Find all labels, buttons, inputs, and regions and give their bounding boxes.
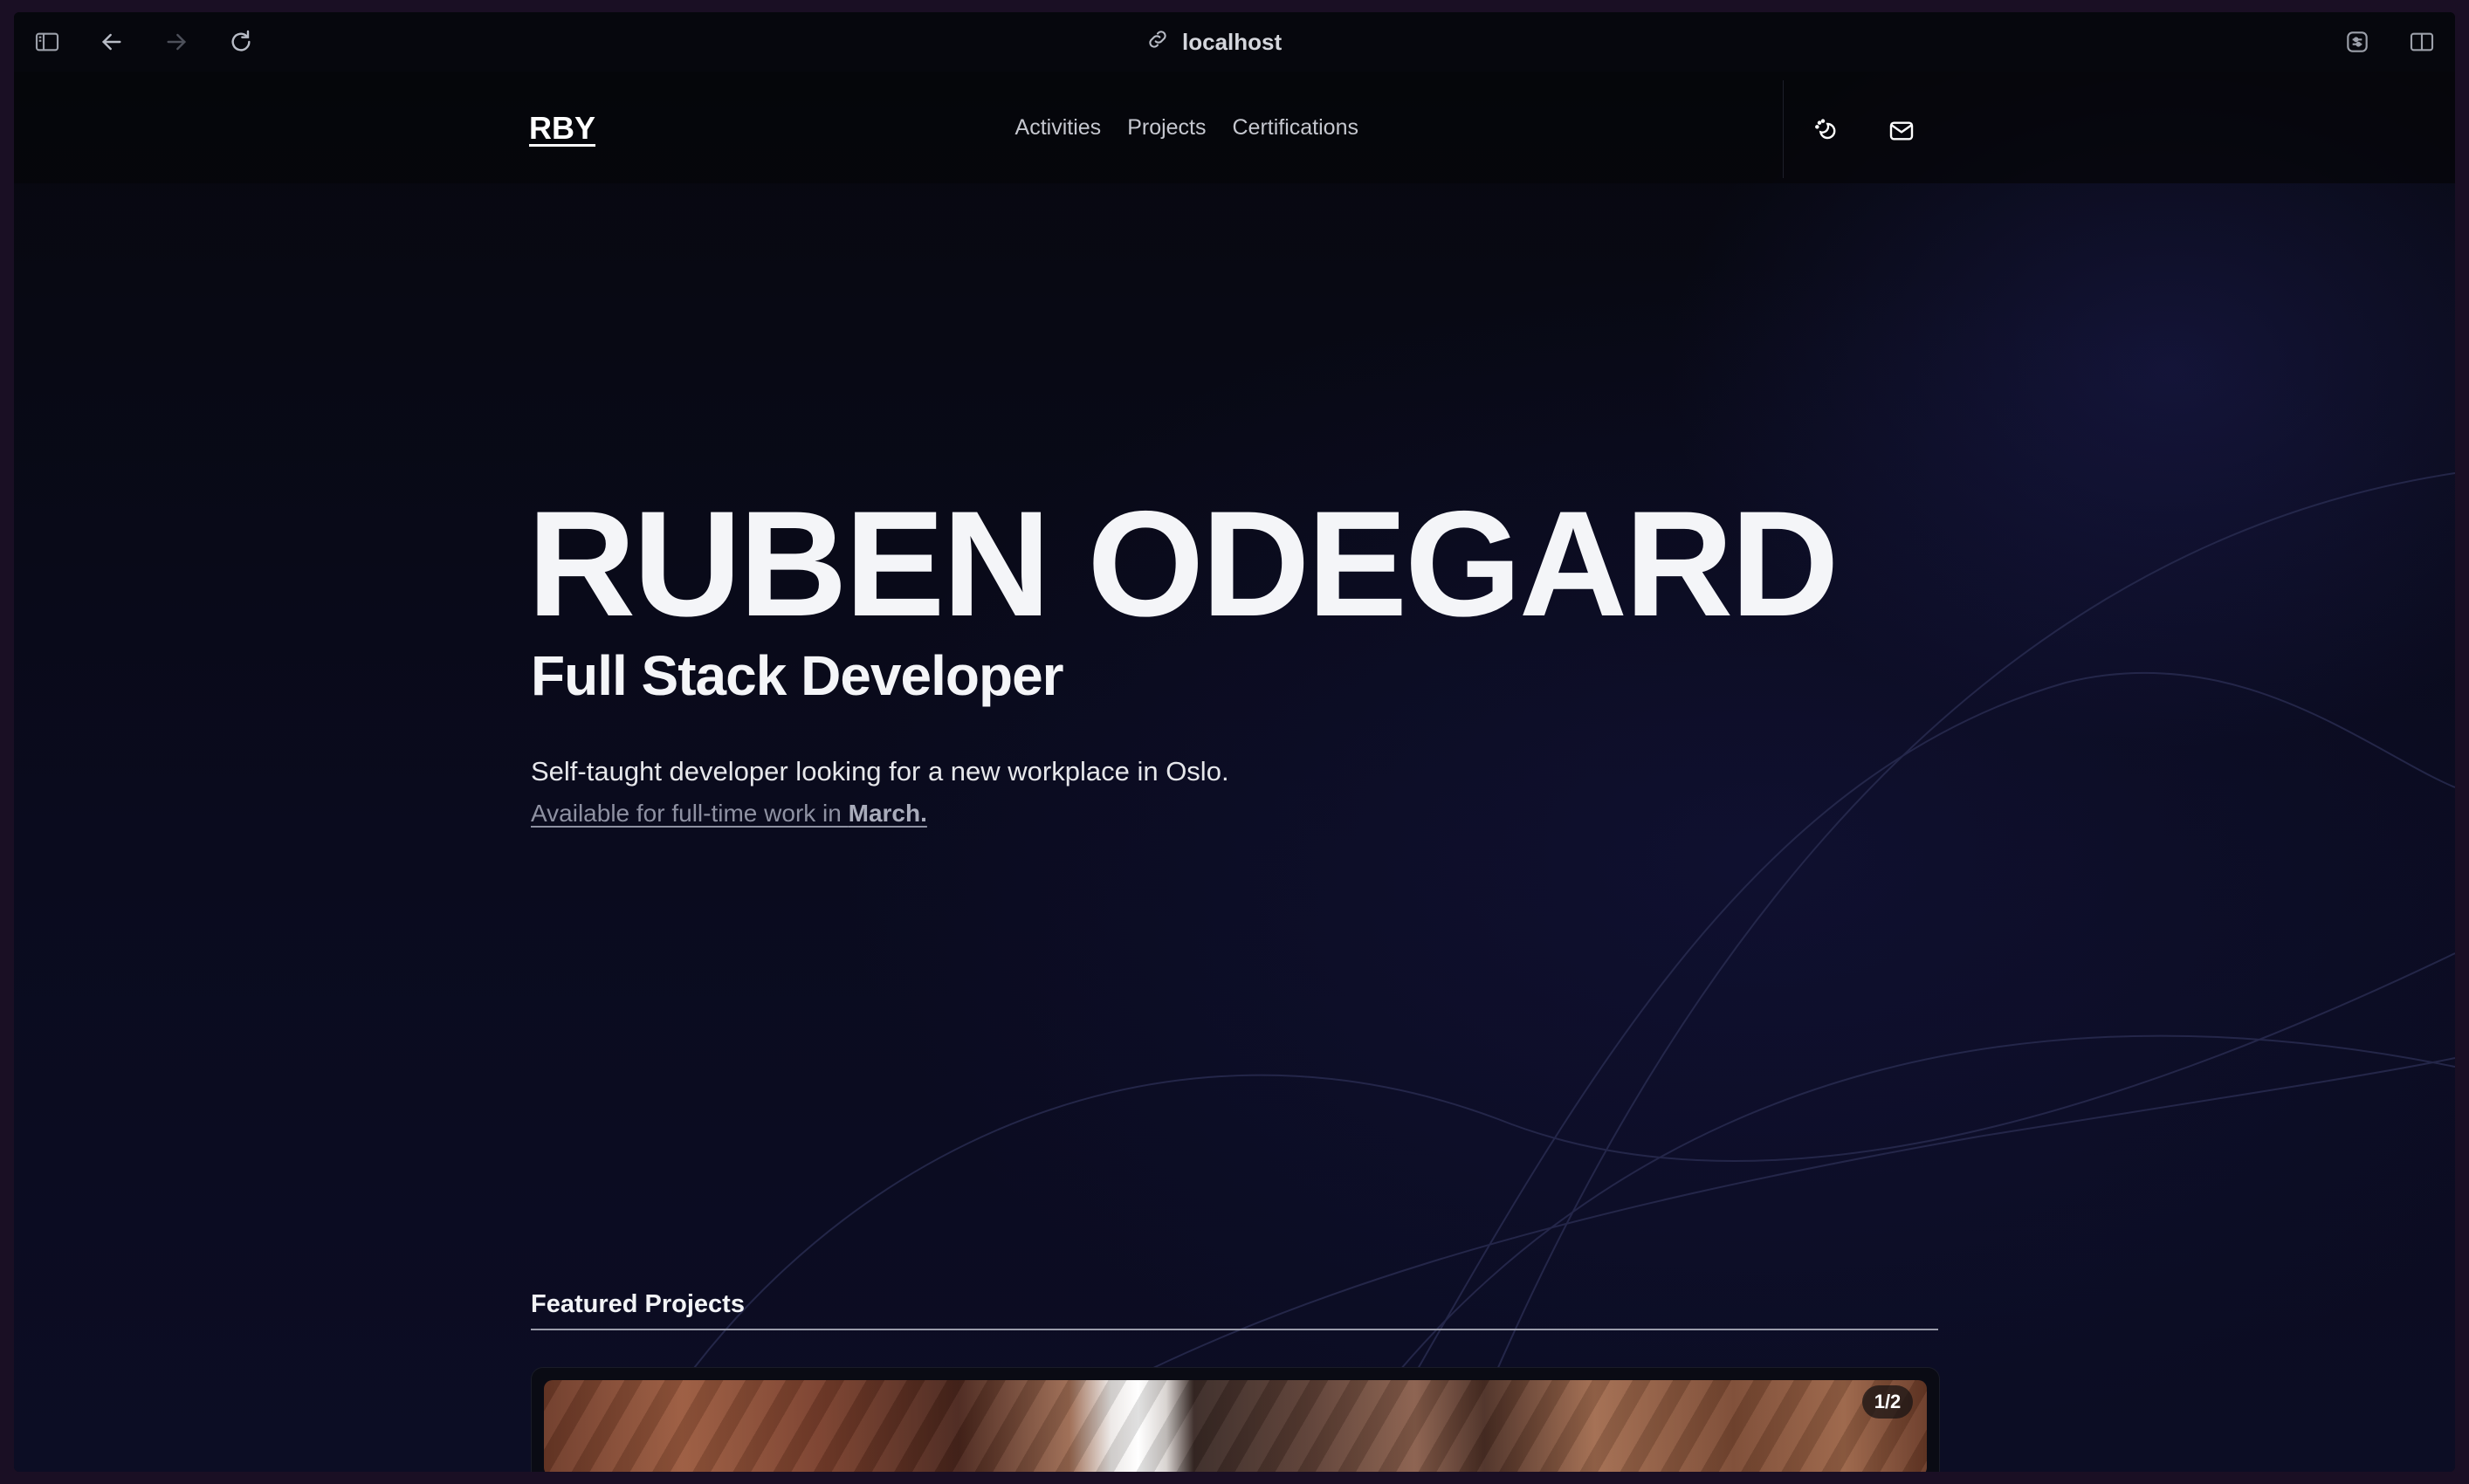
- link-icon: [1145, 27, 1170, 58]
- nav-divider: [1783, 80, 1784, 178]
- project-image[interactable]: [544, 1380, 1927, 1472]
- hero-description: Self-taught developer looking for a new …: [531, 756, 1229, 787]
- back-arrow-icon[interactable]: [96, 26, 127, 58]
- nav-links: Activities Projects Certifications: [1015, 115, 1358, 141]
- hero-role: Full Stack Developer: [531, 644, 1064, 707]
- browser-window: localhost RBY Activities Projects Certif…: [14, 12, 2455, 1472]
- nav-link-projects[interactable]: Projects: [1127, 115, 1206, 141]
- sidebar-toggle-icon[interactable]: [31, 26, 63, 58]
- extensions-icon[interactable]: [2342, 26, 2373, 58]
- mail-icon[interactable]: [1886, 115, 1917, 147]
- carousel-counter: 1/2: [1862, 1385, 1913, 1419]
- project-card[interactable]: 1/2: [531, 1367, 1940, 1472]
- availability-prefix: Available for full-time work in: [531, 800, 849, 827]
- availability-month: March.: [848, 800, 927, 827]
- hero-name: RUBEN ODEGARD: [527, 480, 1840, 648]
- url-text: localhost: [1182, 28, 1283, 55]
- availability-link[interactable]: Available for full-time work in March.: [531, 800, 927, 828]
- browser-toolbar: localhost: [14, 12, 2455, 72]
- split-view-icon[interactable]: [2406, 26, 2438, 58]
- nav-link-activities[interactable]: Activities: [1015, 115, 1102, 141]
- nav-link-certifications[interactable]: Certifications: [1233, 115, 1359, 141]
- section-divider: [531, 1329, 1938, 1330]
- page-content: RBY Activities Projects Certifications R…: [14, 72, 2455, 1472]
- forward-arrow-icon[interactable]: [161, 26, 192, 58]
- theme-toggle-icon[interactable]: [1811, 115, 1842, 147]
- featured-projects-title: Featured Projects: [531, 1290, 745, 1318]
- top-navigation: RBY Activities Projects Certifications: [14, 72, 2455, 183]
- address-bar[interactable]: localhost: [1145, 24, 1282, 59]
- site-logo[interactable]: RBY: [529, 110, 595, 147]
- background-waves: [624, 472, 2455, 1472]
- reload-icon[interactable]: [225, 26, 257, 58]
